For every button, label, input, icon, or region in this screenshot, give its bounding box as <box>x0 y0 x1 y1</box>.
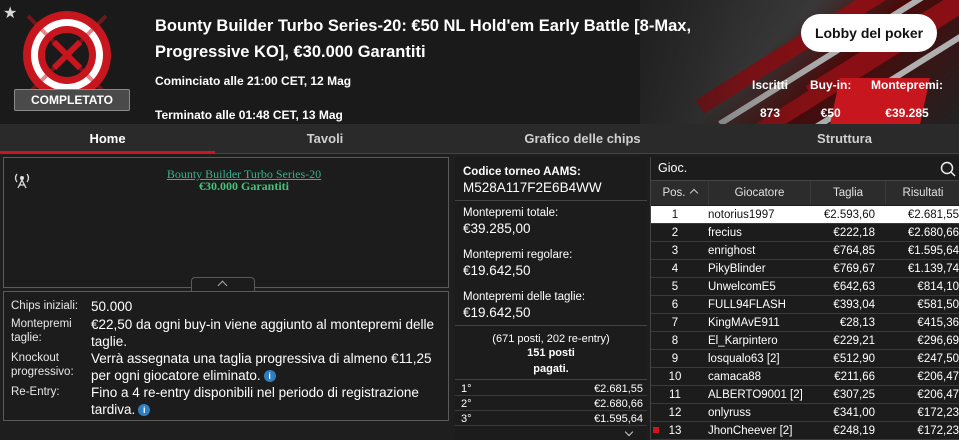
players-panel: Gioc. Pos. Giocatore Taglia Risultati 1n… <box>650 157 959 440</box>
prize-row: 3° €1.595,64 <box>455 412 647 426</box>
tab-structure[interactable]: Struttura <box>730 124 959 154</box>
tab-home[interactable]: Home <box>0 124 215 154</box>
table-row[interactable]: 4 PikyBlinder €769,67 €1.139,74 <box>651 260 959 278</box>
bounty-prize-value: €19.642,50 <box>463 305 531 320</box>
description-guarantee: €30.000 Garantiti <box>199 179 289 193</box>
poker-lobby-button[interactable]: Lobby del poker <box>801 14 937 52</box>
prize-row: 1° €2.681,55 <box>455 382 647 396</box>
info-label: Chips iniziali: <box>11 300 79 312</box>
tab-chip-graph[interactable]: Grafico delle chips <box>435 124 730 154</box>
tab-bar: Home Tavoli Grafico delle chips Struttur… <box>0 124 959 154</box>
search-icon[interactable] <box>940 161 956 177</box>
total-prize-label: Montepremi totale: <box>463 207 559 219</box>
table-row[interactable]: 8 El_Karpintero €229,21 €296,69 <box>651 332 959 350</box>
table-row[interactable]: 10 camaca88 €211,66 €206,47 <box>651 368 959 386</box>
table-row[interactable]: 7 KingMAvE911 €28,13 €415,36 <box>651 314 959 332</box>
stat-buyin: Buy-in: €50 <box>810 78 852 120</box>
table-row[interactable]: 6 FULL94FLASH €393,04 €581,50 <box>651 296 959 314</box>
table-row[interactable]: 12 onlyruss €341,00 €172,23 <box>651 404 959 422</box>
start-time: Cominciato alle 21:00 CET, 12 Mag <box>155 74 352 88</box>
player-search-bar[interactable]: Gioc. <box>651 157 959 181</box>
table-row[interactable]: 3 enrighost €764,85 €1.595,64 <box>651 242 959 260</box>
tournament-header: ★ COMPLETATO Bounty Builder Turbo Series… <box>0 0 959 124</box>
info-value: 50.000 <box>91 299 133 314</box>
tab-tables[interactable]: Tavoli <box>215 124 435 154</box>
end-time: Terminato alle 01:48 CET, 13 Mag <box>155 108 343 122</box>
total-prize-value: €39.285,00 <box>463 221 531 236</box>
column-header-position[interactable]: Pos. <box>651 181 709 205</box>
info-value: Fino a 4 re-entry disponibili nel period… <box>91 385 419 417</box>
sort-ascending-icon <box>689 188 698 198</box>
description-panel: Bounty Builder Turbo Series-20 €30.000 G… <box>3 157 449 288</box>
prize-summary-panel: Codice torneo AAMS: M528A117F2E6B4WW Mon… <box>455 157 647 440</box>
tournament-title: Bounty Builder Turbo Series-20: €50 NL H… <box>155 17 692 61</box>
column-header-results[interactable]: Risultati <box>886 181 959 205</box>
table-row[interactable]: 11 ALBERTO9001 [2] €307,25 €206,47 <box>651 386 959 404</box>
table-row[interactable]: 2 frecius €222,18 €2.680,66 <box>651 224 959 242</box>
table-row[interactable]: 1 notorius1997 €2.593,60 €2.681,55 <box>651 206 959 224</box>
info-icon[interactable]: i <box>138 404 151 417</box>
regular-prize-value: €19.642,50 <box>463 263 531 278</box>
info-label: Knockout progressivo: <box>11 352 74 378</box>
places-paid-count: 151 posti <box>527 347 575 359</box>
info-value: €22,50 da ogni buy-in viene aggiunto al … <box>91 317 434 349</box>
info-icon[interactable]: i <box>263 370 276 383</box>
places-info: (671 posti, 202 re-entry) <box>492 333 610 345</box>
column-header-bounty[interactable]: Taglia <box>811 181 886 205</box>
stat-prizepool: Montepremi: €39.285 <box>871 78 943 120</box>
aams-code: M528A117F2E6B4WW <box>463 180 602 195</box>
info-label: Montepremi taglie: <box>11 318 72 344</box>
bounty-prize-label: Montepremi delle taglie: <box>463 291 586 303</box>
info-value: Verrà assegnata una taglia progressiva d… <box>91 351 432 383</box>
prize-row: 2° €2.680,66 <box>455 397 647 411</box>
info-label: Re-Entry: <box>11 386 60 398</box>
info-panel: Chips iniziali: 50.000 Montepremi taglie… <box>3 291 449 421</box>
stat-registered: Iscritti 873 <box>752 78 789 120</box>
aams-label: Codice torneo AAMS: <box>463 166 581 178</box>
player-search-label: Gioc. <box>658 161 688 175</box>
column-header-player[interactable]: Giocatore <box>709 181 811 205</box>
table-row[interactable]: 13 JhonCheever [2] €248,19 €172,23 <box>651 422 959 440</box>
status-badge: COMPLETATO <box>14 89 130 111</box>
collapse-toggle[interactable] <box>191 277 255 291</box>
bounty-target-logo-icon <box>23 11 111 99</box>
favorite-star-icon[interactable]: ★ <box>3 3 17 23</box>
regular-prize-label: Montepremi regolare: <box>463 249 573 261</box>
places-paid-label: pagati. <box>533 363 569 375</box>
table-row[interactable]: 5 UnwelcomE5 €642,63 €814,10 <box>651 278 959 296</box>
tournament-lobby: ★ COMPLETATO Bounty Builder Turbo Series… <box>0 0 959 440</box>
table-row[interactable]: 9 losqualo63 [2] €512,90 €247,50 <box>651 350 959 368</box>
